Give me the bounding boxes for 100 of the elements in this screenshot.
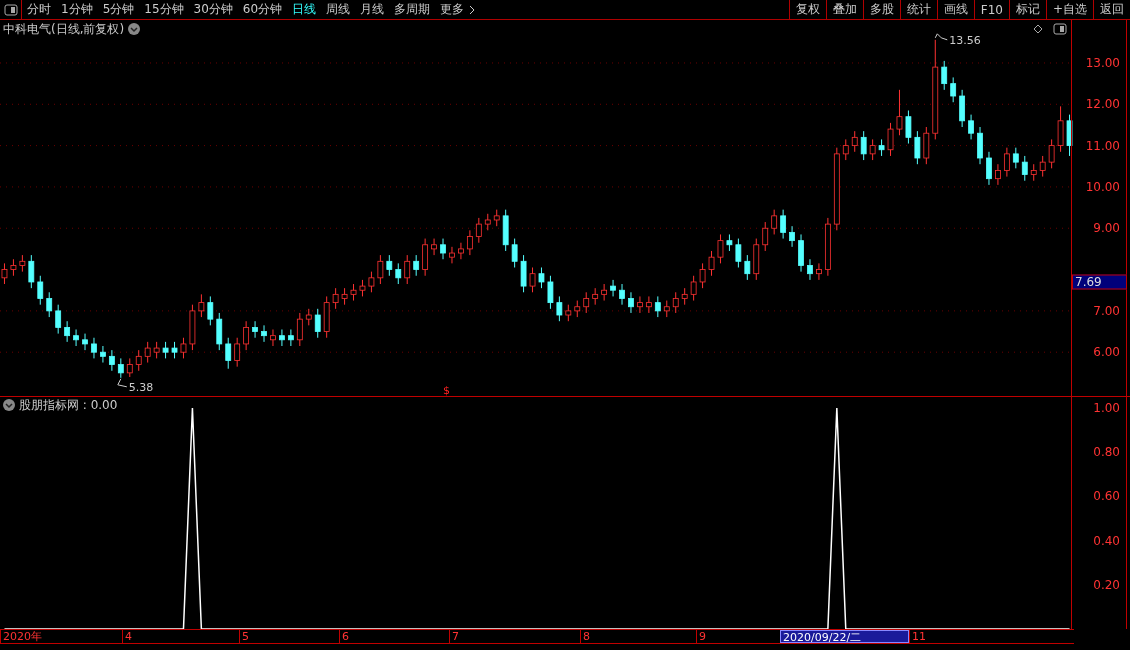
candle bbox=[296, 312, 303, 347]
period-tab[interactable]: 30分钟 bbox=[188, 0, 238, 19]
candle bbox=[108, 349, 115, 372]
candle bbox=[1057, 105, 1064, 153]
candle bbox=[807, 258, 813, 281]
candle bbox=[314, 308, 321, 339]
candle bbox=[663, 300, 670, 318]
candle bbox=[968, 114, 974, 140]
axis-label: 10.00 bbox=[1085, 179, 1120, 194]
candle bbox=[851, 130, 858, 153]
candle bbox=[825, 217, 831, 277]
candle bbox=[305, 308, 312, 326]
date-label: 4 bbox=[122, 630, 239, 643]
candle bbox=[413, 254, 420, 277]
candle bbox=[842, 138, 849, 161]
panel-toggle-icon[interactable] bbox=[3, 3, 18, 16]
candle bbox=[180, 337, 187, 359]
candle bbox=[350, 283, 357, 302]
candle bbox=[780, 209, 787, 240]
candle bbox=[628, 291, 634, 314]
date-label: 6 bbox=[339, 630, 449, 643]
period-tab[interactable]: 日线 bbox=[287, 0, 322, 19]
candle bbox=[735, 238, 742, 268]
dropdown-icon[interactable] bbox=[3, 399, 15, 411]
candle bbox=[798, 233, 804, 273]
candle bbox=[440, 238, 446, 260]
candle bbox=[950, 76, 957, 103]
candle bbox=[162, 341, 169, 359]
candle bbox=[225, 337, 232, 370]
date-label: 5 bbox=[239, 630, 339, 643]
axis-label: 1.00 bbox=[1093, 401, 1120, 416]
panel-toggle-icon[interactable] bbox=[1053, 23, 1067, 35]
candle bbox=[977, 126, 983, 165]
candle bbox=[896, 89, 903, 136]
period-tab[interactable]: 周线 bbox=[321, 0, 356, 19]
candle bbox=[592, 287, 599, 306]
period-tab[interactable]: 更多 bbox=[435, 0, 482, 19]
dropdown-icon[interactable] bbox=[128, 23, 141, 35]
candle bbox=[475, 217, 482, 244]
candle bbox=[941, 60, 948, 91]
period-tab[interactable]: 分时 bbox=[22, 0, 56, 19]
candle bbox=[395, 262, 402, 285]
candle bbox=[914, 130, 921, 165]
period-tab[interactable]: 60分钟 bbox=[237, 0, 288, 19]
candle bbox=[511, 238, 518, 268]
candle bbox=[37, 275, 44, 306]
candle bbox=[816, 262, 822, 281]
chart-title: 中科电气(日线,前复权) bbox=[3, 20, 125, 38]
axis-label: 13.00 bbox=[1085, 55, 1120, 70]
candle bbox=[753, 238, 760, 281]
candle bbox=[216, 312, 223, 351]
candle bbox=[144, 341, 151, 364]
candle bbox=[672, 291, 679, 314]
candle bbox=[82, 333, 88, 351]
candle bbox=[1021, 155, 1028, 182]
candle bbox=[341, 287, 348, 306]
period-tab[interactable]: 15分钟 bbox=[139, 0, 189, 19]
axis-label: 12.00 bbox=[1085, 97, 1120, 112]
candle bbox=[171, 341, 178, 359]
candle bbox=[332, 287, 339, 310]
candle bbox=[234, 337, 241, 368]
candle bbox=[1012, 147, 1019, 169]
candle bbox=[565, 304, 572, 322]
axis-label: 11.00 bbox=[1085, 138, 1120, 153]
candle bbox=[288, 329, 294, 347]
candle bbox=[91, 337, 97, 359]
diamond-icon[interactable] bbox=[1033, 24, 1043, 34]
axis-label: 6.00 bbox=[1093, 345, 1120, 360]
date-label: 8 bbox=[580, 630, 696, 643]
indicator-title: 股朋指标网 : 0.00 bbox=[19, 396, 118, 414]
candle bbox=[449, 246, 455, 264]
candle bbox=[28, 254, 35, 289]
candle bbox=[869, 138, 876, 161]
candle bbox=[637, 295, 643, 314]
candle bbox=[404, 254, 411, 285]
axis-label: 0.60 bbox=[1093, 489, 1120, 504]
candle bbox=[708, 250, 715, 277]
candle bbox=[744, 254, 751, 281]
candle bbox=[860, 130, 867, 161]
period-tab[interactable]: 多周期 bbox=[389, 0, 436, 19]
period-tab[interactable]: 1分钟 bbox=[56, 0, 98, 19]
candle bbox=[959, 89, 966, 128]
chevron-right-icon bbox=[468, 4, 477, 15]
period-tab[interactable]: 月线 bbox=[355, 0, 390, 19]
candle bbox=[323, 295, 330, 339]
candle bbox=[583, 291, 590, 314]
period-tab[interactable]: 5分钟 bbox=[97, 0, 140, 19]
candle bbox=[771, 209, 778, 235]
candle bbox=[19, 254, 26, 273]
candle bbox=[520, 254, 527, 293]
candle bbox=[117, 357, 124, 379]
candle bbox=[252, 320, 258, 339]
candle bbox=[1066, 114, 1073, 157]
candle bbox=[270, 329, 276, 347]
candle bbox=[574, 300, 581, 318]
candle bbox=[458, 242, 464, 260]
candle bbox=[368, 271, 375, 293]
candle bbox=[995, 163, 1001, 186]
candle bbox=[135, 349, 142, 372]
candle bbox=[762, 221, 769, 252]
